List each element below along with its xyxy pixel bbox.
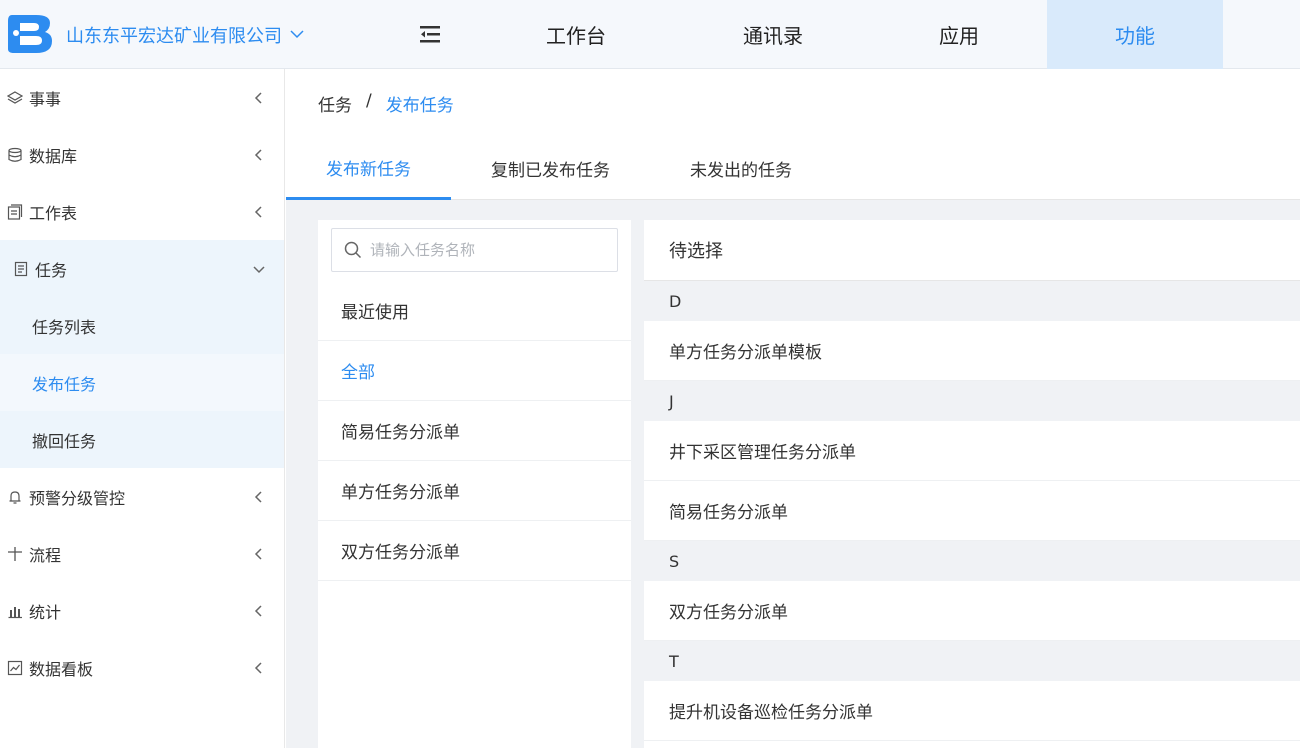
- chevron-down-icon: [290, 27, 304, 43]
- sidebar-item-statistics[interactable]: 统计: [0, 582, 284, 639]
- main-content: 任务 / 发布任务 发布新任务 复制已发布任务 未发出的任务 最近使用 全部 简…: [286, 69, 1300, 748]
- template-item[interactable]: 简易任务分派单: [644, 481, 1300, 541]
- sidebar-item-database[interactable]: 数据库: [0, 126, 284, 183]
- chevron-left-icon: [254, 547, 262, 560]
- worksheet-icon: [6, 203, 24, 221]
- chevron-down-icon: [253, 265, 265, 273]
- layers-icon: [6, 89, 24, 107]
- database-icon: [6, 146, 24, 164]
- group-letter: D: [644, 281, 1300, 321]
- category-list: 最近使用 全部 简易任务分派单 单方任务分派单 双方任务分派单: [318, 281, 631, 581]
- breadcrumb: 任务 / 发布任务: [318, 91, 454, 116]
- sidebar-item-label: 数据看板: [29, 659, 94, 679]
- task-icon: [12, 260, 30, 278]
- sidebar: 事事 数据库 工作表 任务 任务列表 发布任务 撤回任务 预警分级管控 流程 统…: [0, 69, 285, 748]
- content-header: 任务 / 发布任务 发布新任务 复制已发布任务 未发出的任务: [286, 69, 1300, 200]
- sidebar-subitem-task-list[interactable]: 任务列表: [0, 297, 284, 354]
- nav-contacts[interactable]: 通讯录: [685, 0, 861, 69]
- breadcrumb-separator: /: [366, 91, 372, 111]
- category-single-party[interactable]: 单方任务分派单: [318, 461, 631, 521]
- category-recent[interactable]: 最近使用: [318, 281, 631, 341]
- chevron-left-icon: [254, 205, 262, 218]
- bell-icon: [6, 488, 24, 506]
- search-box[interactable]: [331, 228, 618, 272]
- sidebar-item-dashboard[interactable]: 数据看板: [0, 639, 284, 696]
- chevron-left-icon: [254, 91, 262, 104]
- sidebar-item-label: 事事: [29, 89, 62, 109]
- tab-unsent[interactable]: 未发出的任务: [650, 137, 832, 200]
- template-item[interactable]: 双方任务分派单: [644, 581, 1300, 641]
- template-item[interactable]: 提升机设备巡检任务分派单: [644, 681, 1300, 741]
- breadcrumb-parent[interactable]: 任务: [318, 91, 352, 116]
- menu-collapse-icon[interactable]: [418, 23, 442, 45]
- nav-workbench[interactable]: 工作台: [488, 0, 664, 69]
- bar-chart-icon: [6, 602, 24, 620]
- nav-apps[interactable]: 应用: [871, 0, 1047, 69]
- chevron-left-icon: [254, 148, 262, 161]
- search-icon: [344, 241, 362, 259]
- sidebar-item-worksheet[interactable]: 工作表: [0, 183, 284, 240]
- sidebar-item-process[interactable]: 流程: [0, 525, 284, 582]
- category-two-party[interactable]: 双方任务分派单: [318, 521, 631, 581]
- group-letter: S: [644, 541, 1300, 581]
- chevron-left-icon: [254, 490, 262, 503]
- category-all[interactable]: 全部: [318, 341, 631, 401]
- sidebar-subitem-publish-task[interactable]: 发布任务: [0, 354, 284, 411]
- chevron-left-icon: [254, 661, 262, 674]
- template-panel-title: 待选择: [644, 220, 1300, 281]
- sidebar-item-label: 流程: [29, 545, 62, 565]
- sidebar-subitem-withdraw-task[interactable]: 撤回任务: [0, 411, 284, 468]
- top-bar: 山东东平宏达矿业有限公司 工作台 通讯录 应用 功能: [0, 0, 1300, 69]
- template-item[interactable]: 井下采区管理任务分派单: [644, 421, 1300, 481]
- company-name: 山东东平宏达矿业有限公司: [66, 26, 282, 47]
- sidebar-item-shishi[interactable]: 事事: [0, 69, 284, 126]
- category-simple[interactable]: 简易任务分派单: [318, 401, 631, 461]
- dashboard-icon: [6, 659, 24, 677]
- sidebar-item-task[interactable]: 任务: [0, 240, 284, 297]
- group-letter: J: [644, 381, 1300, 421]
- tab-copy-published[interactable]: 复制已发布任务: [451, 137, 650, 200]
- plus-icon: [6, 545, 24, 563]
- sidebar-item-label: 预警分级管控: [29, 488, 126, 508]
- template-item[interactable]: 单方任务分派单模板: [644, 321, 1300, 381]
- sidebar-item-label: 工作表: [29, 203, 78, 223]
- breadcrumb-current: 发布任务: [385, 96, 454, 116]
- nav-functions[interactable]: 功能: [1047, 0, 1223, 69]
- tab-publish-new[interactable]: 发布新任务: [286, 137, 451, 200]
- category-panel: 最近使用 全部 简易任务分派单 单方任务分派单 双方任务分派单: [318, 220, 631, 748]
- template-panel: 待选择 D 单方任务分派单模板 J 井下采区管理任务分派单 简易任务分派单 S …: [644, 220, 1300, 748]
- company-logo: [8, 15, 52, 53]
- sidebar-item-label: 任务: [35, 260, 68, 280]
- group-letter: T: [644, 641, 1300, 681]
- sidebar-item-label: 统计: [29, 602, 62, 622]
- search-input[interactable]: [370, 241, 610, 259]
- chevron-left-icon: [254, 604, 262, 617]
- company-selector[interactable]: 山东东平宏达矿业有限公司: [66, 22, 304, 48]
- sidebar-item-label: 数据库: [29, 146, 78, 166]
- tab-bar: 发布新任务 复制已发布任务 未发出的任务: [286, 137, 832, 200]
- sidebar-item-warning[interactable]: 预警分级管控: [0, 468, 284, 525]
